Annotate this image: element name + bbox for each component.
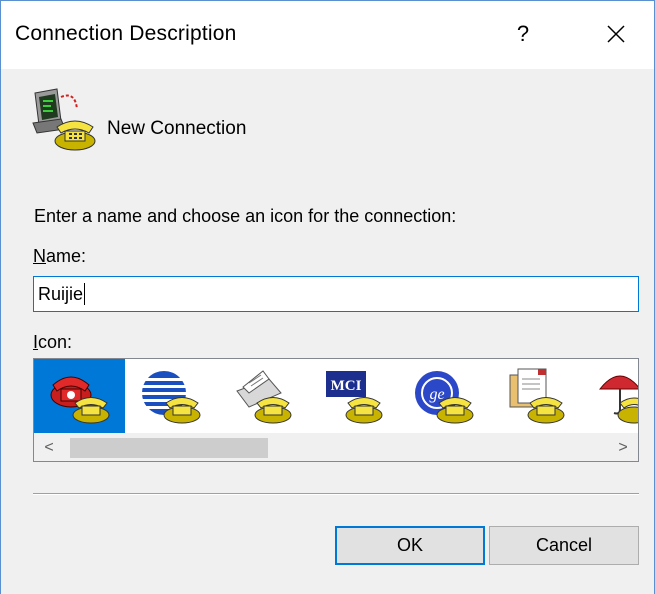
help-icon: ? [516, 21, 530, 46]
ge-icon: ge [414, 371, 473, 424]
cancel-button[interactable]: Cancel [489, 526, 639, 565]
text-caret [84, 283, 86, 305]
icon-option-mci[interactable]: MCI [307, 359, 398, 433]
name-label: Name: [33, 246, 86, 267]
instruction-text: Enter a name and choose an icon for the … [34, 206, 457, 226]
icon-option-fax[interactable] [216, 359, 307, 433]
globe-icon [141, 371, 200, 424]
name-label-accesskey: N [33, 246, 46, 266]
scroll-thumb[interactable] [70, 438, 268, 458]
connection-description-dialog: Connection Description ? New Connection … [0, 0, 655, 594]
close-button[interactable] [591, 13, 641, 55]
horizontal-scrollbar[interactable]: < > [34, 433, 638, 461]
connection-name-text: New Connection [107, 118, 247, 139]
ok-button[interactable]: OK [335, 526, 485, 565]
icon-option-globe[interactable] [125, 359, 216, 433]
window-title: Connection Description [15, 22, 237, 45]
red-phone-icon [50, 376, 109, 424]
name-input[interactable]: Ruijie [33, 276, 639, 312]
icon-label-rest: con: [38, 332, 73, 352]
mci-icon: MCI [325, 371, 382, 424]
icon-label: Icon: [33, 332, 72, 353]
chevron-right-icon: > [618, 439, 628, 456]
svg-text:MCI: MCI [330, 378, 361, 394]
title-bar[interactable]: Connection Description ? [1, 1, 654, 69]
icon-list-row: MCI ge [34, 359, 638, 433]
separator [33, 493, 639, 495]
help-button[interactable]: ? [498, 13, 548, 55]
name-input-value: Ruijie [38, 283, 84, 304]
documents-icon [509, 368, 564, 424]
scroll-right-button[interactable]: > [608, 434, 638, 461]
scroll-left-button[interactable]: < [34, 434, 64, 461]
icon-list[interactable]: MCI ge < > [33, 358, 639, 462]
umbrella-icon [598, 375, 638, 424]
close-icon [607, 25, 625, 43]
icon-option-red-phone[interactable] [34, 359, 125, 433]
name-label-rest: ame: [46, 246, 87, 266]
icon-option-umbrella[interactable] [580, 359, 638, 433]
icon-option-ge[interactable]: ge [398, 359, 489, 433]
chevron-left-icon: < [44, 439, 54, 456]
fax-machine-icon [235, 370, 291, 424]
phone-terminal-icon [32, 88, 96, 151]
icon-option-documents[interactable] [489, 359, 580, 433]
